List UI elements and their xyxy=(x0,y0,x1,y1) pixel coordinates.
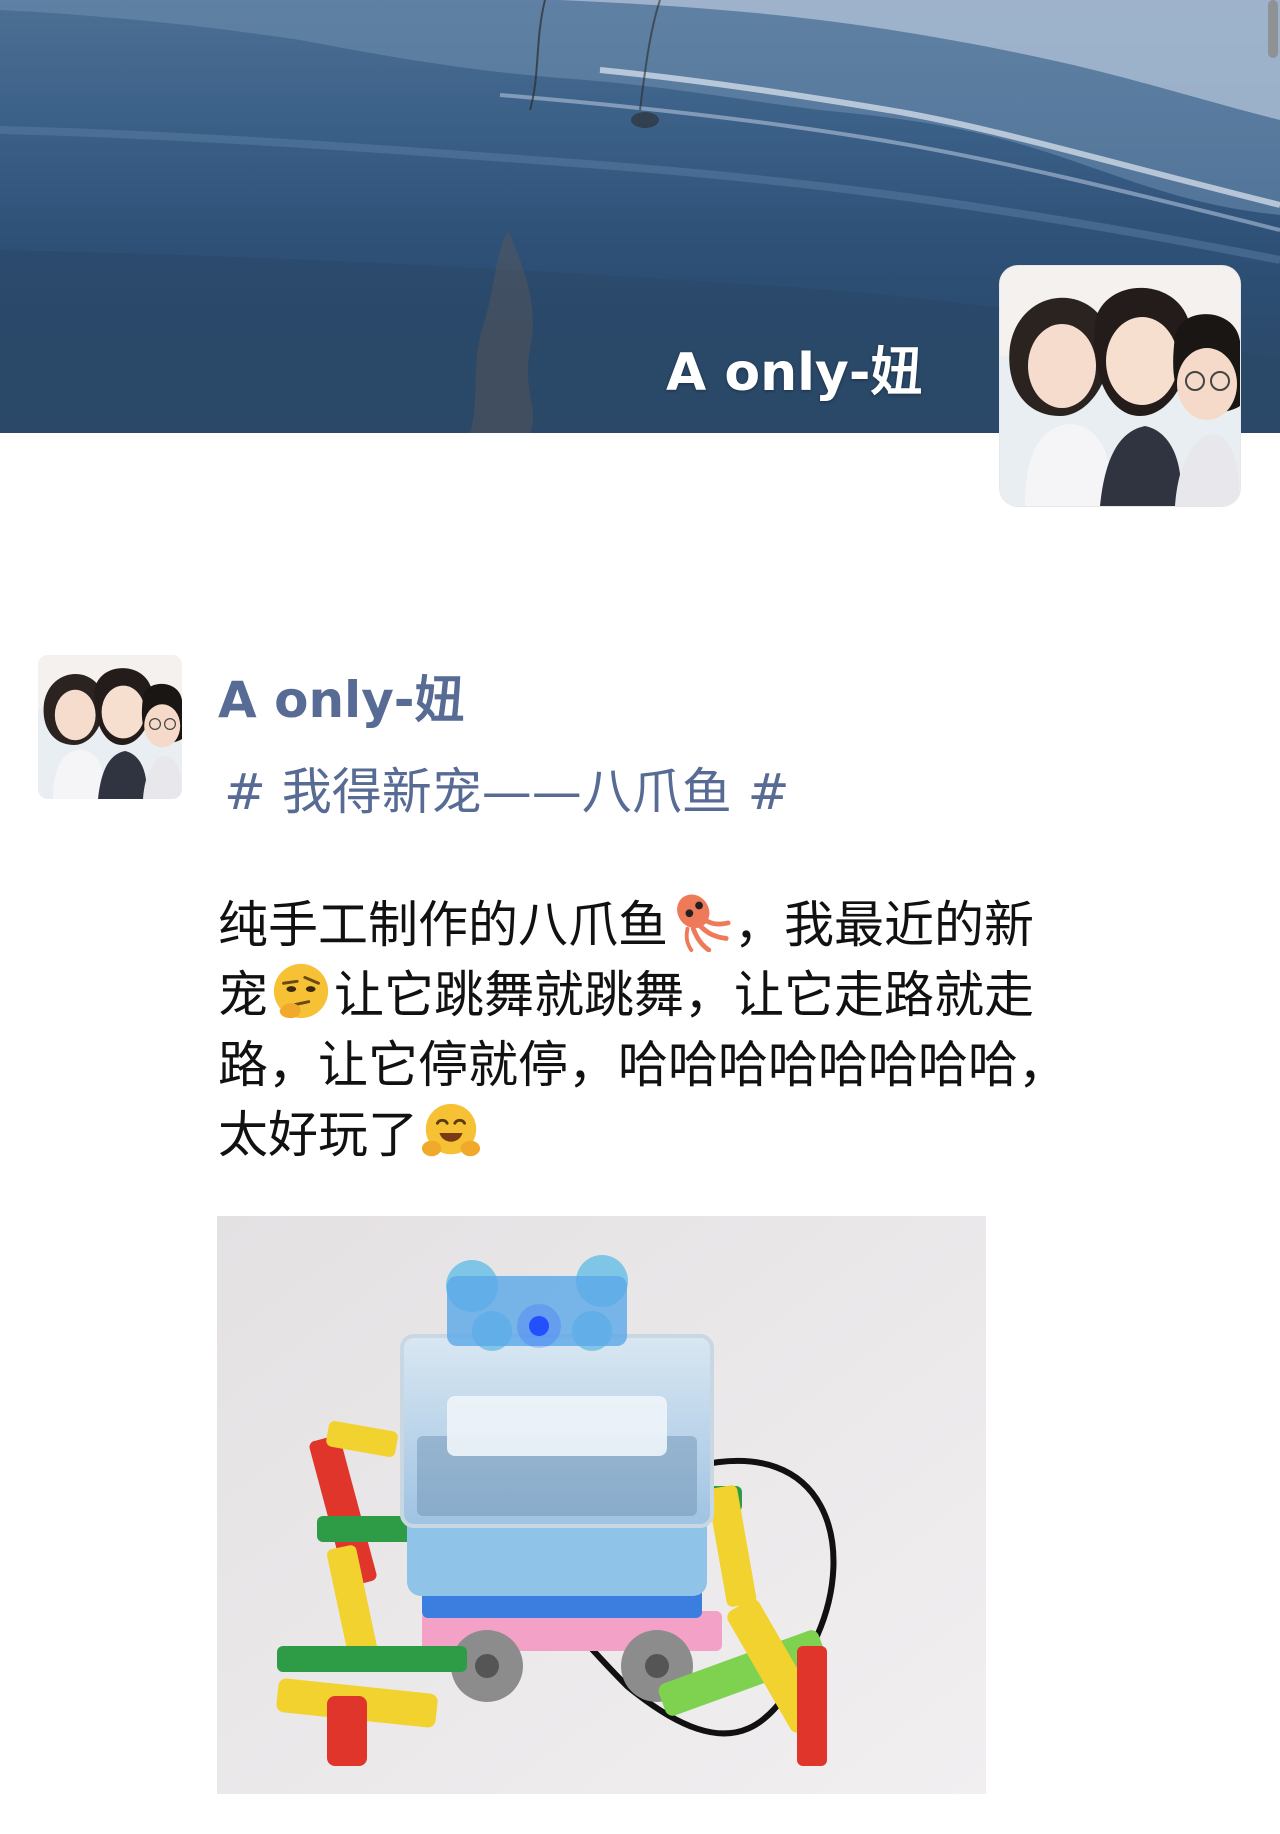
post-text-segment: 让它跳舞就跳舞，让它走路就走 xyxy=(334,966,1034,1024)
post-text-line: 宠 让它跳舞就跳舞，让它走路就走 xyxy=(218,960,1218,1030)
thinking-face-emoji xyxy=(273,963,329,1019)
anime-friends-avatar xyxy=(38,655,182,799)
post-text-line: 路，让它停就停，哈哈哈哈哈哈哈哈， xyxy=(218,1030,1218,1100)
post-text-line: 纯手工制作的八爪鱼 ，我最近的新 xyxy=(218,890,1218,960)
post-author-avatar[interactable] xyxy=(38,655,182,799)
post-text-line: 太好玩了 xyxy=(218,1100,1218,1170)
post-text-segment: 路，让它停就停，哈哈哈哈哈哈哈哈， xyxy=(218,1036,1068,1094)
anime-friends-avatar xyxy=(1000,266,1240,506)
post-topic-hashtag[interactable]: # 我得新宠——八爪鱼 # xyxy=(224,752,790,824)
post-text-segment: ，我最近的新 xyxy=(734,896,1034,954)
lego-robot-octopus-photo xyxy=(217,1216,986,1794)
hugging-face-emoji xyxy=(421,1103,481,1157)
post-text-segment: 太好玩了 xyxy=(218,1106,418,1164)
scrollbar[interactable] xyxy=(1268,0,1278,58)
profile-avatar[interactable] xyxy=(1000,266,1240,506)
post-author-name[interactable]: A only-妞 xyxy=(218,660,465,732)
post-body-text: 纯手工制作的八爪鱼 ，我最近的新 宠 让它跳舞就跳舞，让它走路就走 路，让它停就… xyxy=(218,890,1218,1170)
post-text-segment: 宠 xyxy=(218,966,268,1024)
post-photo[interactable] xyxy=(217,1216,986,1794)
cover-username: A only-妞 xyxy=(666,343,923,403)
post-text-segment: 纯手工制作的八爪鱼 xyxy=(218,896,668,954)
squid-emoji xyxy=(677,894,731,952)
